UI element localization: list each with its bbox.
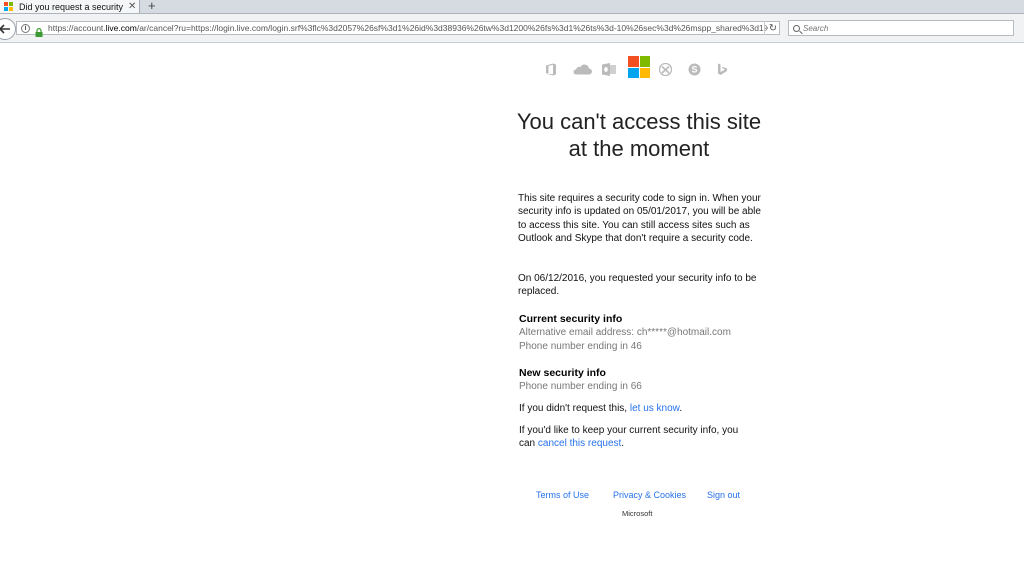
let-us-know-link[interactable]: let us know [630,403,679,414]
tab-title: Did you request a security i... [19,1,125,12]
site-info-icon[interactable]: i [21,23,30,33]
current-phone-text: Phone number ending in 46 [519,341,642,352]
svg-text:S: S [691,64,697,74]
request-date-paragraph: On 06/12/2016, you requested your securi… [518,273,757,298]
footer-brand: Microsoft [622,509,653,518]
privacy-cookies-link[interactable]: Privacy & Cookies [613,490,686,500]
new-security-info-heading: New security info [519,367,606,379]
microsoft-logo[interactable] [628,56,650,78]
onedrive-icon[interactable] [572,62,592,76]
didnt-request-text: If you didn't request this, let us know. [519,403,683,414]
xbox-icon[interactable] [658,62,672,76]
product-icons-row: S [544,56,734,80]
current-security-info-heading: Current security info [519,313,623,325]
skype-icon[interactable]: S [687,62,701,76]
current-email-text: Alternative email address: ch*****@hotma… [519,327,731,338]
tab-strip: Did you request a security i... ✕ + [0,0,1024,14]
bing-icon[interactable] [715,62,729,76]
terms-of-use-link[interactable]: Terms of Use [536,490,589,500]
cancel-request-link[interactable]: cancel this request [538,438,621,449]
search-box[interactable] [788,20,1014,36]
microsoft-favicon-icon [4,2,13,11]
page-title: You can't access this site at the moment [516,109,762,161]
keep-info-text: If you'd like to keep your current secur… [519,425,739,450]
sign-out-link[interactable]: Sign out [707,490,740,500]
browser-tab[interactable]: Did you request a security i... ✕ [0,0,140,13]
outlook-icon[interactable] [602,62,616,76]
new-phone-text: Phone number ending in 66 [519,381,642,392]
reload-button[interactable]: ↻ [764,21,781,35]
back-arrow-icon [0,24,10,34]
back-button[interactable] [0,18,16,40]
url-text[interactable]: https://account.live.com/ar/cancel?ru=ht… [48,23,768,33]
reload-icon: ↻ [768,22,778,34]
new-tab-icon[interactable]: + [148,0,156,12]
search-icon [793,24,800,32]
navigation-bar: i https://account.live.com/ar/cancel?ru=… [0,14,1024,43]
office-icon[interactable] [544,62,558,76]
tab-close-icon[interactable]: ✕ [128,1,136,12]
security-code-paragraph: This site requires a security code to si… [518,193,761,244]
lock-icon [35,24,43,37]
url-bar[interactable]: i https://account.live.com/ar/cancel?ru=… [16,21,780,37]
search-input[interactable] [800,23,1003,33]
